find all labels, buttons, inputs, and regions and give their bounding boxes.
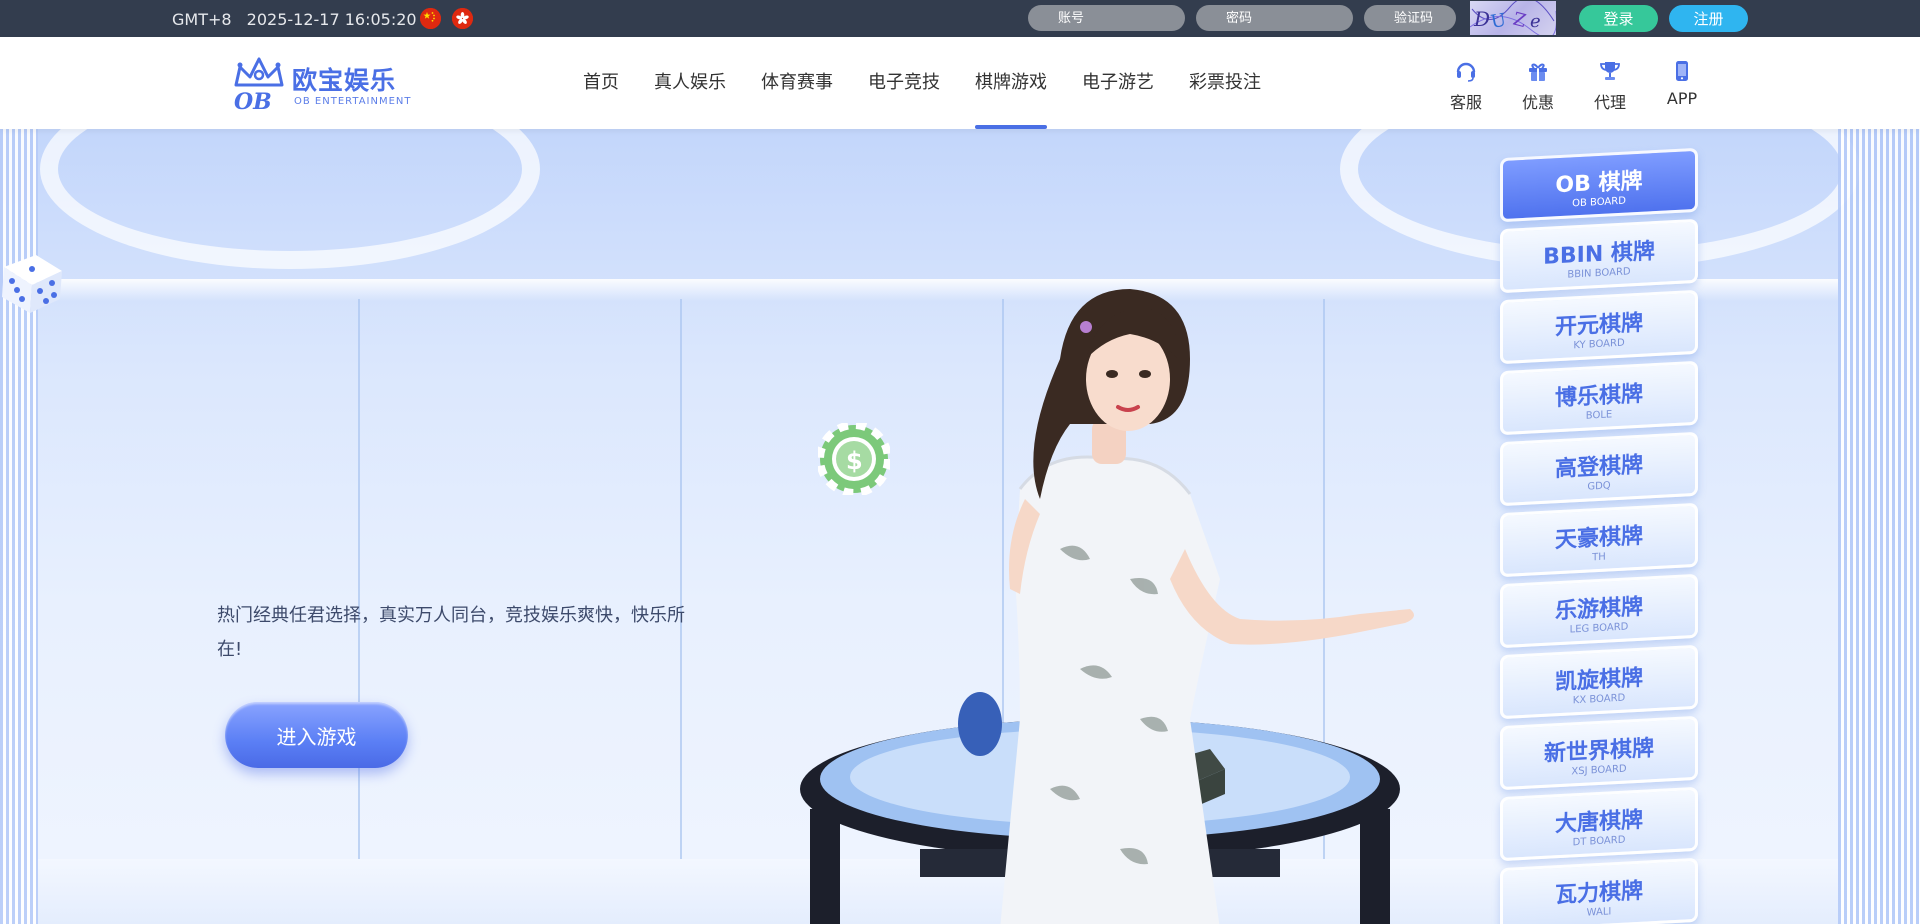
- game-tab[interactable]: 天豪棋牌 TH: [1500, 502, 1698, 578]
- trophy-icon: [1600, 62, 1620, 80]
- china-flag-icon[interactable]: [420, 8, 441, 29]
- logo-text: 欧宝娱乐: [292, 66, 397, 95]
- dice-icon: [2, 255, 62, 313]
- customer-service-button[interactable]: 客服: [1430, 59, 1502, 113]
- main-nav: 首页 真人娱乐 体育赛事 电子竞技 棋牌游戏 电子游艺 彩票投注: [583, 37, 1296, 129]
- headset-icon: [1456, 62, 1476, 82]
- svg-text:e: e: [1530, 11, 1541, 32]
- hongkong-flag-icon[interactable]: [452, 8, 473, 29]
- datetime-label: 2025-12-17 16:05:20: [246, 10, 417, 29]
- promotions-button[interactable]: 优惠: [1502, 59, 1574, 113]
- game-tab[interactable]: 开元棋牌 KY BOARD: [1500, 289, 1698, 365]
- nav-item[interactable]: 棋牌游戏: [975, 37, 1047, 129]
- captcha-image[interactable]: D U Z e: [1470, 1, 1556, 35]
- hostess-illustration: [800, 289, 1414, 924]
- account-input[interactable]: [1028, 5, 1185, 31]
- banner-description: 热门经典任君选择，真实万人同台，竞技娱乐爽快，快乐所在!: [217, 605, 685, 660]
- login-button[interactable]: 登录: [1579, 5, 1658, 32]
- register-button[interactable]: 注册: [1669, 5, 1748, 32]
- svg-text:Z: Z: [1511, 9, 1529, 33]
- enter-game-button[interactable]: 进入游戏: [225, 702, 408, 768]
- game-tab[interactable]: 大唐棋牌 DT BOARD: [1500, 786, 1698, 862]
- agent-label: 代理: [1593, 93, 1626, 112]
- nav-item[interactable]: 真人娱乐: [654, 37, 726, 129]
- nav-item[interactable]: 体育赛事: [761, 37, 833, 129]
- svg-text:OB: OB: [234, 89, 272, 113]
- nav-item[interactable]: 首页: [583, 37, 619, 129]
- crown-logo-icon: OB: [234, 57, 284, 113]
- wall-divider: [680, 299, 682, 859]
- main-header: OB 欧宝娱乐 OB ENTERTAINMENT 首页 真人娱乐 体育赛事 电子竞技棋…: [0, 37, 1920, 129]
- gift-icon: [1529, 63, 1547, 81]
- game-tab[interactable]: 乐游棋牌 LEG BOARD: [1500, 573, 1698, 649]
- svg-text:D: D: [1473, 7, 1490, 31]
- header-shortcuts: 客服 优惠 代理 APP: [1430, 59, 1718, 113]
- nav-item[interactable]: 电子竞技: [868, 37, 940, 129]
- game-tab[interactable]: 凯旋棋牌 KX BOARD: [1500, 644, 1698, 720]
- svg-text:U: U: [1489, 10, 1508, 33]
- password-input[interactable]: [1196, 5, 1353, 31]
- game-tab[interactable]: OB 棋牌 OB BOARD: [1500, 147, 1698, 223]
- game-tab[interactable]: 瓦力棋牌 WALI: [1500, 857, 1698, 924]
- game-tab[interactable]: 高登棋牌 GDQ: [1500, 431, 1698, 507]
- nav-item[interactable]: 彩票投注: [1189, 37, 1261, 129]
- clock: GMT+8 2025-12-17 16:05:20: [172, 10, 427, 29]
- customer-service-label: 客服: [1449, 93, 1482, 112]
- logo-subtext: OB ENTERTAINMENT: [294, 96, 412, 107]
- site-logo[interactable]: OB 欧宝娱乐 OB ENTERTAINMENT: [228, 55, 418, 113]
- wall-divider: [358, 299, 360, 859]
- hero-banner: $ 热门经典任君选择，真实万人同台，竞技娱乐爽快，快乐所在! 进入游戏 OB 棋…: [0, 129, 1920, 924]
- top-bar: GMT+8 2025-12-17 16:05:20 D U Z e 登录 注册: [0, 0, 1920, 37]
- timezone-label: GMT+8: [172, 10, 232, 29]
- nav-item[interactable]: 电子游艺: [1082, 37, 1154, 129]
- game-tab[interactable]: 新世界棋牌 XSJ BOARD: [1500, 715, 1698, 791]
- game-tab[interactable]: 博乐棋牌 BOLE: [1500, 360, 1698, 436]
- captcha-input[interactable]: [1364, 5, 1456, 31]
- ceiling-arch-left: [40, 129, 540, 269]
- phone-icon: [1676, 61, 1688, 81]
- app-label: APP: [1666, 89, 1698, 108]
- right-pillar: [1838, 129, 1920, 924]
- game-tab[interactable]: BBIN 棋牌 BBIN BOARD: [1500, 218, 1698, 294]
- promotions-label: 优惠: [1521, 93, 1554, 112]
- app-download-button[interactable]: APP: [1646, 59, 1718, 113]
- agent-button[interactable]: 代理: [1574, 59, 1646, 113]
